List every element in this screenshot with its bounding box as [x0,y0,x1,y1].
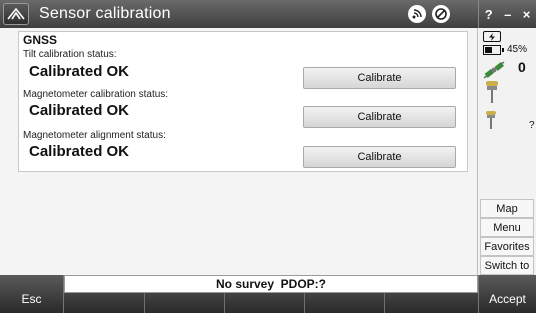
favorites-button[interactable]: Favorites [480,237,534,256]
magnetometer-calibrate-button[interactable]: Calibrate [303,106,456,128]
charging-icon [483,31,501,42]
magnetometer-calibration-status: Calibrated OK [29,102,130,119]
title-bar: Sensor calibration [0,0,478,28]
close-button[interactable]: × [523,7,531,22]
map-button[interactable]: Map [480,199,534,218]
rover-icon[interactable] [484,110,498,135]
magnetometer-calibration-label: Magnetometer calibration status: [23,89,169,100]
tilt-calibration-label: Tilt calibration status: [23,49,117,60]
gnss-panel: GNSS Tilt calibration status: Calibrated… [18,31,468,172]
switch-to-button[interactable]: Switch to [480,256,534,275]
softkey-divider [224,293,225,313]
magnetometer-alignment-status: Calibrated OK [29,143,130,160]
status-text: No survey PDOP:? [215,277,327,291]
window-controls: ? – × [478,0,536,28]
group-title: GNSS [23,33,58,47]
tilt-calibration-status: Calibrated OK [29,63,130,80]
main-content: GNSS Tilt calibration status: Calibrated… [0,28,478,275]
help-button[interactable]: ? [485,7,493,22]
battery-percent: 45% [507,44,528,55]
softkey-divider [144,293,145,313]
satellite-count: 0 [518,59,526,75]
cancel-icon[interactable] [432,5,450,23]
tilt-calibrate-button[interactable]: Calibrate [303,67,456,89]
menu-button[interactable]: Menu [480,218,534,237]
status-sidebar: 45% 0 ? Map Menu Favorites Switch to [478,28,536,275]
status-line: No survey PDOP:? [64,275,478,293]
signal-icon[interactable] [408,5,426,23]
window-title: Sensor calibration [39,5,171,22]
softkey-divider [384,293,385,313]
receiver-icon[interactable] [484,80,500,109]
minimize-button[interactable]: – [504,7,511,22]
battery-icon[interactable] [483,44,504,55]
rover-status: ? [529,120,535,131]
app-logo-icon[interactable] [3,3,29,25]
magnetometer-alignment-label: Magnetometer alignment status: [23,130,166,141]
accept-button[interactable]: Accept [478,275,536,313]
alignment-calibrate-button[interactable]: Calibrate [303,146,456,168]
esc-button[interactable]: Esc [0,275,64,313]
softkey-divider [304,293,305,313]
